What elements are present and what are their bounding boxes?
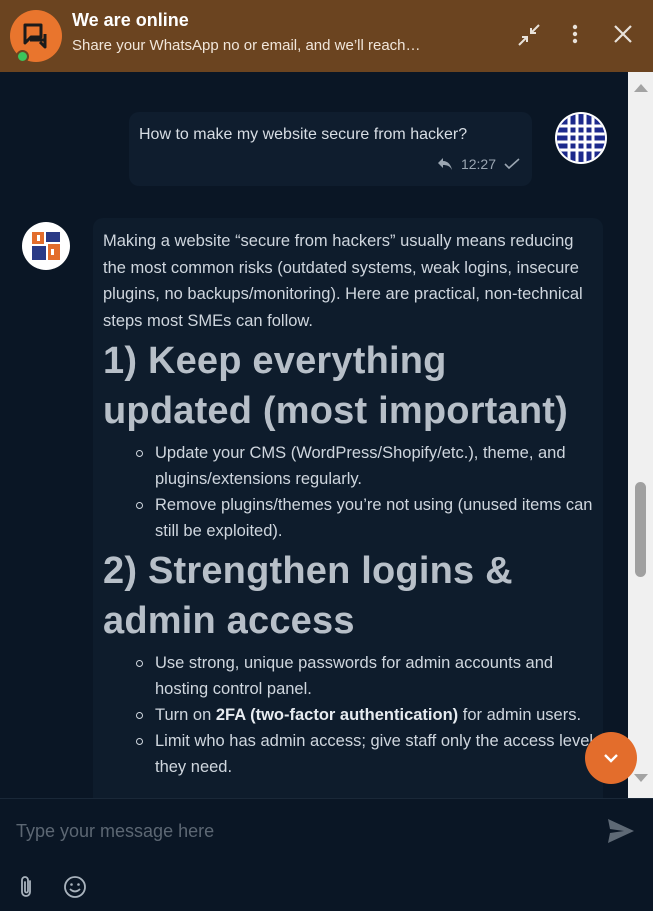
reply-icon[interactable]	[437, 157, 453, 171]
message-list[interactable]: How to make my website secure from hacke…	[0, 72, 628, 798]
globe-icon	[557, 114, 605, 162]
bot-message-content: Making a website “secure from hackers” u…	[103, 228, 595, 782]
section-list: Update your CMS (WordPress/Shopify/etc.)…	[103, 440, 595, 544]
scroll-down-arrow-icon[interactable]	[634, 774, 648, 782]
chat-header: We are online Share your WhatsApp no or …	[0, 0, 653, 72]
list-item-suffix: for admin users.	[458, 706, 582, 724]
scroll-to-bottom-button[interactable]	[585, 732, 637, 784]
attach-button[interactable]	[16, 875, 38, 899]
scrollbar[interactable]	[628, 72, 653, 798]
user-avatar	[555, 112, 607, 164]
close-icon	[614, 25, 632, 43]
check-icon	[504, 158, 520, 170]
header-subtitle: Share your WhatsApp no or email, and we’…	[72, 37, 421, 54]
list-item: Use strong, unique passwords for admin a…	[136, 650, 595, 702]
message-time: 12:27	[460, 156, 496, 172]
bot-message-bubble: Making a website “secure from hackers” u…	[93, 218, 603, 798]
user-message-text: How to make my website secure from hacke…	[139, 126, 468, 143]
list-item: Remove plugins/themes you’re not using (…	[136, 492, 595, 544]
list-item: Update your CMS (WordPress/Shopify/etc.)…	[136, 440, 595, 492]
section-heading: 1) Keep everything updated (most importa…	[103, 340, 568, 432]
section-list: Use strong, unique passwords for admin a…	[103, 650, 595, 780]
emoji-button[interactable]	[63, 875, 87, 899]
scroll-up-arrow-icon[interactable]	[634, 84, 648, 92]
list-item: Turn on 2FA (two-factor authentication) …	[136, 702, 595, 728]
online-status-dot	[16, 50, 29, 63]
scrollbar-thumb[interactable]	[635, 482, 646, 577]
minimize-icon	[518, 24, 540, 46]
paperclip-icon	[21, 876, 31, 897]
list-item-prefix: Turn on	[155, 706, 216, 724]
send-button[interactable]	[606, 817, 636, 845]
chevron-down-icon	[604, 754, 618, 763]
minimize-button[interactable]	[514, 20, 544, 50]
message-composer	[0, 798, 653, 911]
more-icon	[572, 24, 578, 44]
user-message-bubble: How to make my website secure from hacke…	[129, 112, 532, 186]
list-item: Limit who has admin access; give staff o…	[136, 728, 595, 780]
smiley-icon	[64, 876, 86, 898]
bot-avatar	[22, 222, 70, 270]
chat-icon	[23, 23, 47, 49]
send-icon	[608, 819, 634, 843]
message-input[interactable]	[14, 815, 578, 847]
section-heading: 2) Strengthen logins & admin access	[103, 550, 513, 642]
header-title: We are online	[72, 10, 189, 30]
company-logo-icon	[32, 232, 60, 260]
bot-intro-text: Making a website “secure from hackers” u…	[103, 232, 583, 330]
message-meta: 12:27	[437, 156, 520, 172]
close-button[interactable]	[609, 20, 639, 50]
list-item-bold: 2FA (two-factor authentication)	[215, 706, 459, 724]
more-options-button[interactable]	[561, 20, 591, 50]
